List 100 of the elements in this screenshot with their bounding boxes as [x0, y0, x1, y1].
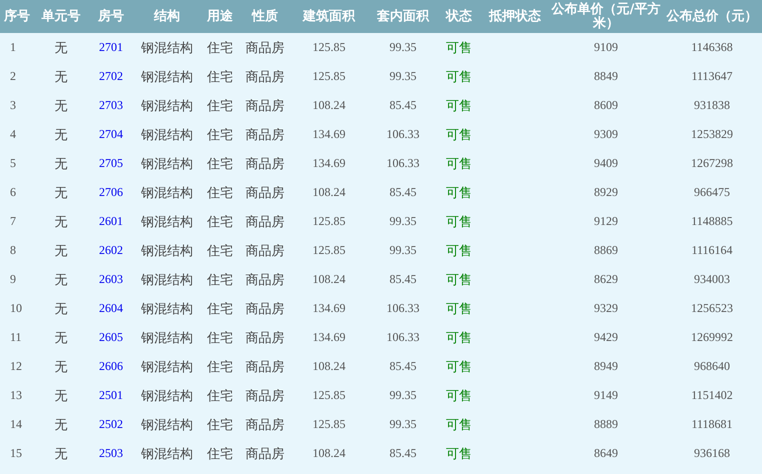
- table-cell-text: 无: [54, 242, 68, 260]
- table-cell-text: 住宅: [207, 40, 233, 56]
- table-cell: 8869: [594, 243, 618, 258]
- table-cell-text: 住宅: [207, 98, 233, 114]
- table-cell-text: 钢混结构: [141, 156, 193, 172]
- table-cell: 8649: [594, 446, 618, 461]
- table-cell-text: 商品房: [246, 98, 284, 114]
- room-link[interactable]: 2602: [99, 243, 123, 257]
- table-cell-text: 10: [9, 301, 22, 316]
- table-cell: 99.35: [390, 388, 416, 403]
- table-cell: 106.33: [386, 127, 420, 142]
- table-cell: 9309: [594, 127, 618, 142]
- table-cell: 1146368: [691, 40, 733, 55]
- room-link[interactable]: 2606: [99, 359, 123, 373]
- table-cell-text: 住宅: [207, 126, 233, 144]
- table-cell-text: 商品房: [246, 242, 284, 260]
- column-header: 序号: [3, 10, 31, 24]
- table-cell: 1256523: [691, 301, 733, 316]
- status-text: 可售: [446, 330, 472, 346]
- table-cell-text: 住宅: [207, 242, 233, 260]
- table-cell: 134.69: [312, 301, 346, 316]
- status-text: 可售: [446, 156, 472, 172]
- table-cell-text: 1: [9, 40, 16, 55]
- status-text: 可售: [446, 358, 472, 376]
- table-cell-text: 钢混结构: [141, 214, 193, 230]
- table-cell-text: 钢混结构: [141, 416, 193, 434]
- table-cell-text: 商品房: [246, 358, 284, 376]
- table-cell-text: 商品房: [246, 272, 284, 288]
- table-cell-text: 4: [9, 127, 16, 142]
- room-link[interactable]: 2702: [99, 69, 123, 83]
- table-cell-text: 商品房: [246, 126, 284, 144]
- table-cell-text: 住宅: [207, 184, 233, 202]
- room-link[interactable]: 2502: [99, 417, 123, 431]
- table-cell-text: 无: [54, 68, 68, 86]
- table-cell: 8609: [594, 98, 618, 113]
- room-link[interactable]: 2706: [99, 185, 123, 199]
- table-cell-text: 钢混结构: [141, 68, 193, 86]
- table-cell-text: 无: [54, 300, 68, 318]
- table-cell-text: 住宅: [207, 68, 233, 86]
- column-header: 公布单价（元/平方米）: [550, 2, 662, 30]
- table-cell: 106.33: [386, 156, 420, 171]
- table-cell: 125.85: [312, 388, 346, 403]
- column-header: 房号: [97, 10, 125, 24]
- room-link[interactable]: 2704: [99, 127, 123, 141]
- table-cell-text: 商品房: [246, 300, 284, 318]
- table-cell-text: 钢混结构: [141, 272, 193, 288]
- table-cell-text: 8: [9, 243, 16, 258]
- status-text: 可售: [446, 214, 472, 230]
- table-cell-text: 商品房: [246, 156, 284, 172]
- table-cell-text: 商品房: [246, 214, 284, 230]
- table-cell-text: 住宅: [207, 300, 233, 318]
- column-header: 建筑面积: [301, 10, 356, 24]
- table-cell-text: 住宅: [207, 446, 233, 462]
- room-link[interactable]: 2605: [99, 330, 123, 344]
- room-link[interactable]: 2603: [99, 272, 123, 286]
- table-cell-text: 15: [9, 446, 22, 461]
- table-cell-text: 无: [54, 214, 68, 230]
- table-cell: 108.24: [312, 359, 346, 374]
- table-cell-text: 商品房: [246, 388, 284, 404]
- table-cell: 99.35: [390, 214, 416, 229]
- table-cell: 134.69: [312, 127, 346, 142]
- table-cell-text: 商品房: [246, 446, 284, 462]
- table-cell: 8629: [594, 272, 618, 287]
- column-header: 性质: [250, 10, 279, 24]
- table-cell-text: 商品房: [246, 68, 284, 86]
- status-text: 可售: [446, 242, 472, 260]
- status-text: 可售: [446, 388, 472, 404]
- table-cell-text: 14: [9, 417, 22, 432]
- table-cell: 1267298: [691, 156, 733, 171]
- table-cell: 1253829: [691, 127, 733, 142]
- table-cell-text: 住宅: [207, 156, 233, 172]
- table-cell-text: 2: [9, 69, 16, 84]
- room-link[interactable]: 2703: [99, 98, 123, 112]
- table-cell-text: 无: [54, 388, 68, 404]
- table-cell-text: 13: [9, 388, 22, 403]
- table-cell: 9129: [594, 214, 618, 229]
- status-text: 可售: [446, 416, 472, 434]
- table-cell: 1116164: [691, 243, 733, 258]
- table-cell-text: 无: [54, 272, 68, 288]
- table-cell: 8889: [594, 417, 618, 432]
- room-link[interactable]: 2701: [99, 40, 123, 54]
- table-cell-text: 钢混结构: [141, 300, 193, 318]
- room-link[interactable]: 2705: [99, 156, 123, 170]
- table-cell: 108.24: [312, 272, 346, 287]
- room-link[interactable]: 2503: [99, 446, 123, 460]
- table-cell: 125.85: [312, 69, 346, 84]
- table-cell: 125.85: [312, 243, 346, 258]
- table-cell: 85.45: [390, 185, 416, 200]
- column-header: 抵押状态: [488, 10, 542, 24]
- table-cell: 106.33: [386, 330, 420, 345]
- status-text: 可售: [446, 40, 472, 56]
- table-cell: 125.85: [312, 214, 346, 229]
- table-cell: 1148885: [691, 214, 733, 229]
- table-cell: 9109: [594, 40, 618, 55]
- table-cell-text: 住宅: [207, 330, 233, 346]
- room-link[interactable]: 2501: [99, 388, 123, 402]
- room-link[interactable]: 2604: [99, 301, 123, 315]
- status-text: 可售: [446, 68, 472, 86]
- status-text: 可售: [446, 300, 472, 318]
- room-link[interactable]: 2601: [99, 214, 123, 228]
